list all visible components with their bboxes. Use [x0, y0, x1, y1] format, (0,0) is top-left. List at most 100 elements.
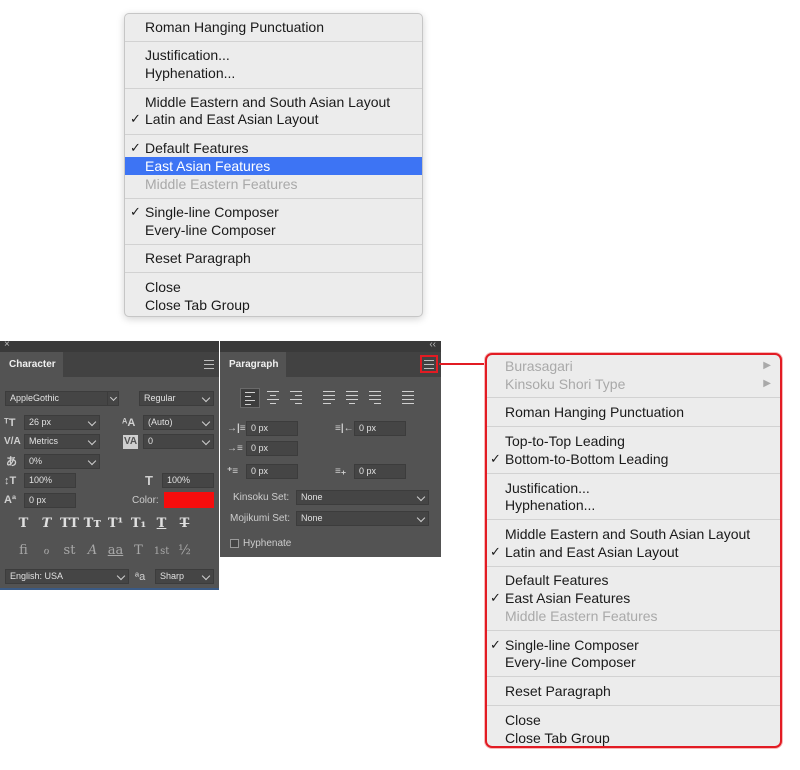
menu-item-default-features[interactable]: ✓ Default Features: [125, 139, 422, 157]
menu-item-hyphenation[interactable]: Hyphenation...: [487, 496, 780, 514]
menu-item-top-to-top-leading[interactable]: Top-to-Top Leading: [487, 432, 780, 450]
menu-item-single-line-composer[interactable]: ✓ Single-line Composer: [487, 636, 780, 654]
checkmark-icon: ✓: [130, 140, 141, 155]
menu-item-latin-east-asian-layout[interactable]: ✓ Latin and East Asian Layout: [487, 543, 780, 561]
menu-item-latin-east-asian-layout[interactable]: ✓ Latin and East Asian Layout: [125, 110, 422, 128]
menu-separator: [487, 705, 780, 706]
panel-menu-icon[interactable]: [424, 360, 434, 369]
kinsoku-select[interactable]: None: [296, 490, 429, 505]
align-left-button[interactable]: [240, 388, 260, 408]
panel-menu-highlight[interactable]: [420, 355, 438, 373]
menu-item-east-asian-features[interactable]: East Asian Features: [125, 157, 422, 175]
justify-last-right-button[interactable]: [365, 388, 385, 408]
menu-item-close-tab-group[interactable]: Close Tab Group: [487, 729, 780, 747]
ligatures-button[interactable]: fi: [12, 543, 35, 558]
menu-separator: [487, 397, 780, 398]
menu-separator: [487, 426, 780, 427]
tsume-field[interactable]: 0%: [24, 454, 100, 469]
superscript-button[interactable]: T¹: [104, 516, 127, 531]
baseline-shift-icon: Aª: [4, 494, 17, 506]
tracking-field[interactable]: 0: [143, 434, 214, 449]
leading-icon: ᴬA: [122, 417, 136, 429]
font-family-field[interactable]: AppleGothic: [5, 391, 109, 406]
fractions-button[interactable]: ½: [173, 543, 196, 558]
all-caps-button[interactable]: TT: [58, 516, 81, 531]
font-family-dropdown-arrow[interactable]: [107, 391, 119, 406]
tracking-icon: VA: [123, 435, 139, 449]
antialias-select[interactable]: Sharp: [155, 569, 214, 584]
kerning-field[interactable]: Metrics: [24, 434, 100, 449]
mojikumi-select[interactable]: None: [296, 511, 429, 526]
panel-menu-icon[interactable]: [204, 360, 214, 369]
menu-item-middle-eastern-layout[interactable]: Middle Eastern and South Asian Layout: [487, 525, 780, 543]
indent-left-field[interactable]: 0 px: [246, 421, 298, 436]
menu-item-reset-paragraph[interactable]: Reset Paragraph: [487, 682, 780, 700]
menu-item-label: Bottom-to-Bottom Leading: [505, 451, 669, 467]
menu-item-every-line-composer[interactable]: Every-line Composer: [487, 653, 780, 671]
paragraph-flyout-menu-annotated: Burasagari ▶ Kinsoku Shori Type ▶ Roman Ha…: [485, 353, 782, 748]
horizontal-scale-field[interactable]: 100%: [162, 473, 214, 488]
close-icon[interactable]: ×: [4, 339, 10, 350]
font-size-field[interactable]: 26 px: [24, 415, 100, 430]
menu-separator: [125, 134, 422, 135]
indent-right-field[interactable]: 0 px: [354, 421, 406, 436]
menu-separator: [487, 519, 780, 520]
menu-item-close[interactable]: Close: [487, 711, 780, 729]
menu-separator: [125, 244, 422, 245]
menu-item-close-tab-group[interactable]: Close Tab Group: [125, 296, 422, 314]
font-style-select[interactable]: Regular: [139, 391, 214, 406]
menu-item-justification[interactable]: Justification...: [125, 46, 422, 64]
justify-last-left-button[interactable]: [319, 388, 339, 408]
justify-all-button[interactable]: [398, 388, 418, 408]
tab-paragraph[interactable]: Paragraph: [220, 352, 286, 377]
menu-item-reset-paragraph[interactable]: Reset Paragraph: [125, 249, 422, 267]
tsume-icon: あ: [6, 456, 17, 468]
faux-bold-button[interactable]: T: [12, 516, 35, 531]
indent-first-line-field[interactable]: 0 px: [246, 441, 298, 456]
discretionary-ligatures-button[interactable]: st: [58, 543, 81, 558]
menu-item-bottom-to-bottom-leading[interactable]: ✓ Bottom-to-Bottom Leading: [487, 450, 780, 468]
ordinals-button[interactable]: 1st: [150, 546, 173, 557]
collapse-icon[interactable]: ‹‹: [429, 339, 436, 350]
contextual-alternates-button[interactable]: ℴ: [35, 543, 58, 558]
checkmark-icon: ✓: [490, 451, 501, 466]
faux-italic-button[interactable]: T: [35, 516, 58, 531]
align-right-button[interactable]: [286, 388, 306, 408]
align-center-button[interactable]: [263, 388, 283, 408]
small-caps-button[interactable]: Tт: [81, 516, 104, 531]
subscript-button[interactable]: T₁: [127, 516, 150, 531]
menu-item-justification[interactable]: Justification...: [487, 479, 780, 497]
swash-button[interactable]: A: [81, 543, 104, 558]
tab-character[interactable]: Character: [0, 352, 63, 377]
menu-item-hyphenation[interactable]: Hyphenation...: [125, 64, 422, 82]
menu-item-default-features[interactable]: Default Features: [487, 571, 780, 589]
kerning-icon: V/A: [4, 436, 21, 447]
justify-last-center-button[interactable]: [342, 388, 362, 408]
menu-item-roman-hanging-punctuation[interactable]: Roman Hanging Punctuation: [487, 403, 780, 421]
menu-item-single-line-composer[interactable]: ✓ Single-line Composer: [125, 203, 422, 221]
language-select[interactable]: English: USA: [5, 569, 129, 584]
paragraph-flyout-menu-top: Roman Hanging Punctuation Justification.…: [124, 13, 423, 317]
baseline-shift-field[interactable]: 0 px: [24, 493, 76, 508]
menu-item-east-asian-features[interactable]: ✓ East Asian Features: [487, 589, 780, 607]
checkmark-icon: ✓: [130, 204, 141, 219]
text-color-swatch[interactable]: [164, 492, 214, 508]
space-before-field[interactable]: 0 px: [246, 464, 298, 479]
menu-item-middle-eastern-features: Middle Eastern Features: [125, 175, 422, 193]
hyphenate-checkbox[interactable]: [230, 539, 239, 548]
menu-item-roman-hanging-punctuation[interactable]: Roman Hanging Punctuation: [125, 18, 422, 36]
menu-item-every-line-composer[interactable]: Every-line Composer: [125, 221, 422, 239]
menu-item-label: Hyphenation...: [145, 65, 236, 81]
menu-separator: [487, 566, 780, 567]
menu-item-close[interactable]: Close: [125, 278, 422, 296]
menu-item-middle-eastern-layout[interactable]: Middle Eastern and South Asian Layout: [125, 93, 422, 111]
strikethrough-button[interactable]: T: [173, 516, 196, 531]
indent-right-icon: ≡|←: [335, 423, 354, 434]
leading-field[interactable]: (Auto): [143, 415, 214, 430]
space-before-icon: ⁺≡: [227, 466, 239, 477]
underline-button[interactable]: T: [150, 516, 173, 531]
stylistic-alternates-button[interactable]: aa: [104, 543, 127, 558]
vertical-scale-field[interactable]: 100%: [24, 473, 76, 488]
space-after-field[interactable]: 0 px: [354, 464, 406, 479]
titling-alternates-button[interactable]: T: [127, 543, 150, 558]
